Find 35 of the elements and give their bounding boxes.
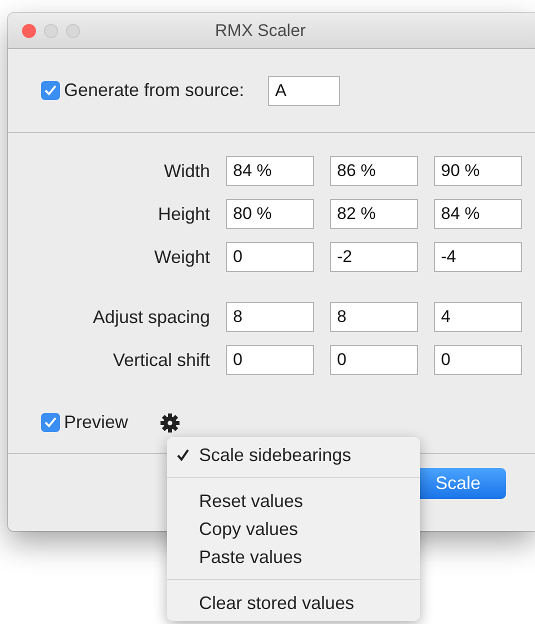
settings-icon[interactable] (160, 412, 180, 432)
field-label: Vertical shift (112, 348, 210, 372)
value-field[interactable]: 8 (330, 302, 418, 332)
checkbox-label: Preview (64, 411, 128, 434)
value-field[interactable]: 84 % (226, 156, 314, 186)
value-field[interactable]: 4 (434, 302, 522, 332)
value-field[interactable]: 0 (330, 345, 418, 375)
checkmark-icon (44, 85, 57, 96)
value-field[interactable]: -2 (330, 242, 418, 272)
checkmark-icon (176, 448, 190, 462)
menu-item[interactable]: Paste values (167, 543, 420, 571)
menu-item[interactable]: Copy values (167, 515, 420, 543)
checkbox-label: Generate from source: (64, 79, 244, 102)
checkmark-icon (44, 417, 57, 428)
source-field[interactable]: A (268, 76, 340, 106)
field-label: Weight (153, 246, 210, 269)
value-field[interactable]: 0 (226, 242, 314, 272)
field-label: Adjust spacing (92, 306, 210, 329)
checkbox[interactable] (41, 81, 60, 100)
value-field[interactable]: 90 % (434, 156, 522, 186)
value-field[interactable]: 8 (226, 302, 314, 332)
menu-item[interactable]: Clear stored values (167, 589, 420, 617)
value-field[interactable]: 84 % (434, 199, 522, 229)
value-field[interactable]: -4 (434, 242, 522, 272)
value-field[interactable]: 86 % (330, 156, 418, 186)
checkbox[interactable] (41, 413, 60, 432)
value-field[interactable]: 0 (434, 345, 522, 375)
field-label: Height (156, 202, 210, 226)
value-field[interactable]: 0 (226, 345, 314, 375)
close-button[interactable] (22, 24, 36, 38)
window-title: RMX Scaler (215, 20, 306, 42)
field-label: Width (162, 160, 210, 182)
menu-item[interactable]: Scale sidebearings (167, 441, 420, 469)
value-field[interactable]: 82 % (330, 199, 418, 229)
value-field[interactable]: 80 % (226, 199, 314, 229)
